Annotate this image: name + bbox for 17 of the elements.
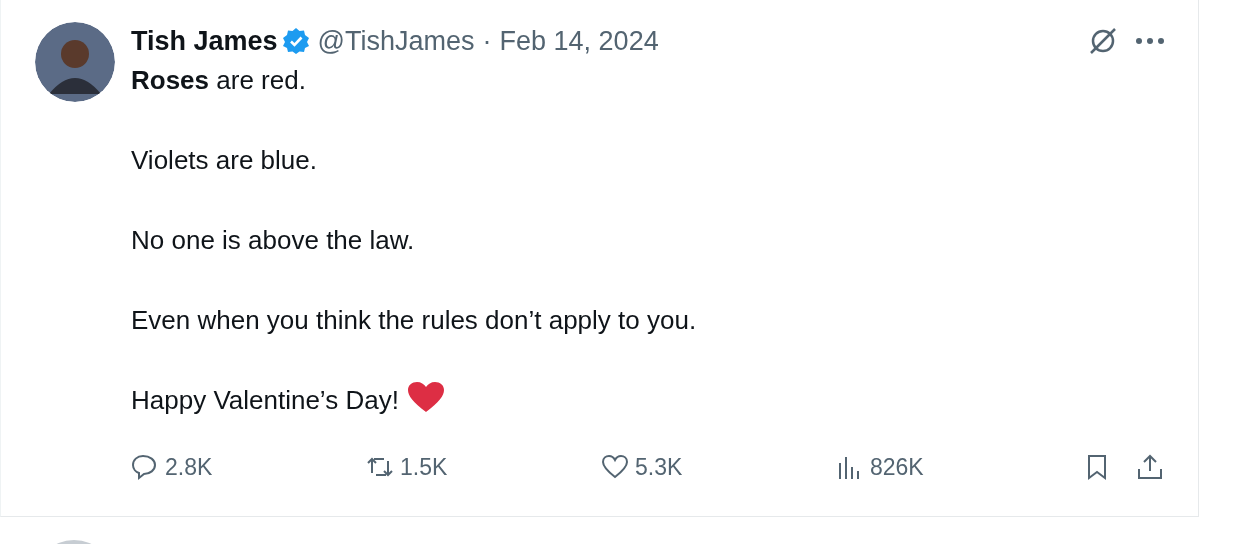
- share-icon[interactable]: [1135, 453, 1165, 482]
- post-text: Happy Valentine’s Day!: [131, 385, 399, 415]
- post-text: No one is above the law.: [131, 224, 416, 257]
- stat-count[interactable]: 826K: [870, 450, 924, 485]
- stat-count[interactable]: 5.3K: [635, 450, 683, 485]
- stat-count[interactable]: 1.5K: [400, 450, 448, 485]
- stat-count[interactable]: 2.8K: [165, 450, 213, 485]
- author-name[interactable]: Tish James: [131, 22, 278, 60]
- post-date[interactable]: Feb 14, 2024: [499, 22, 659, 60]
- post-text: Roses are red.: [131, 64, 307, 97]
- post-text: Even when you think the rules don’t apply to you.: [131, 304, 698, 337]
- reply-icon[interactable]: [131, 453, 159, 482]
- avatar[interactable]: [35, 22, 115, 102]
- separator: ·: [482, 25, 492, 58]
- author-handle[interactable]: @TishJames: [317, 22, 475, 60]
- more-icon[interactable]: [1135, 37, 1165, 45]
- post-text: Violets are blue.: [131, 144, 318, 177]
